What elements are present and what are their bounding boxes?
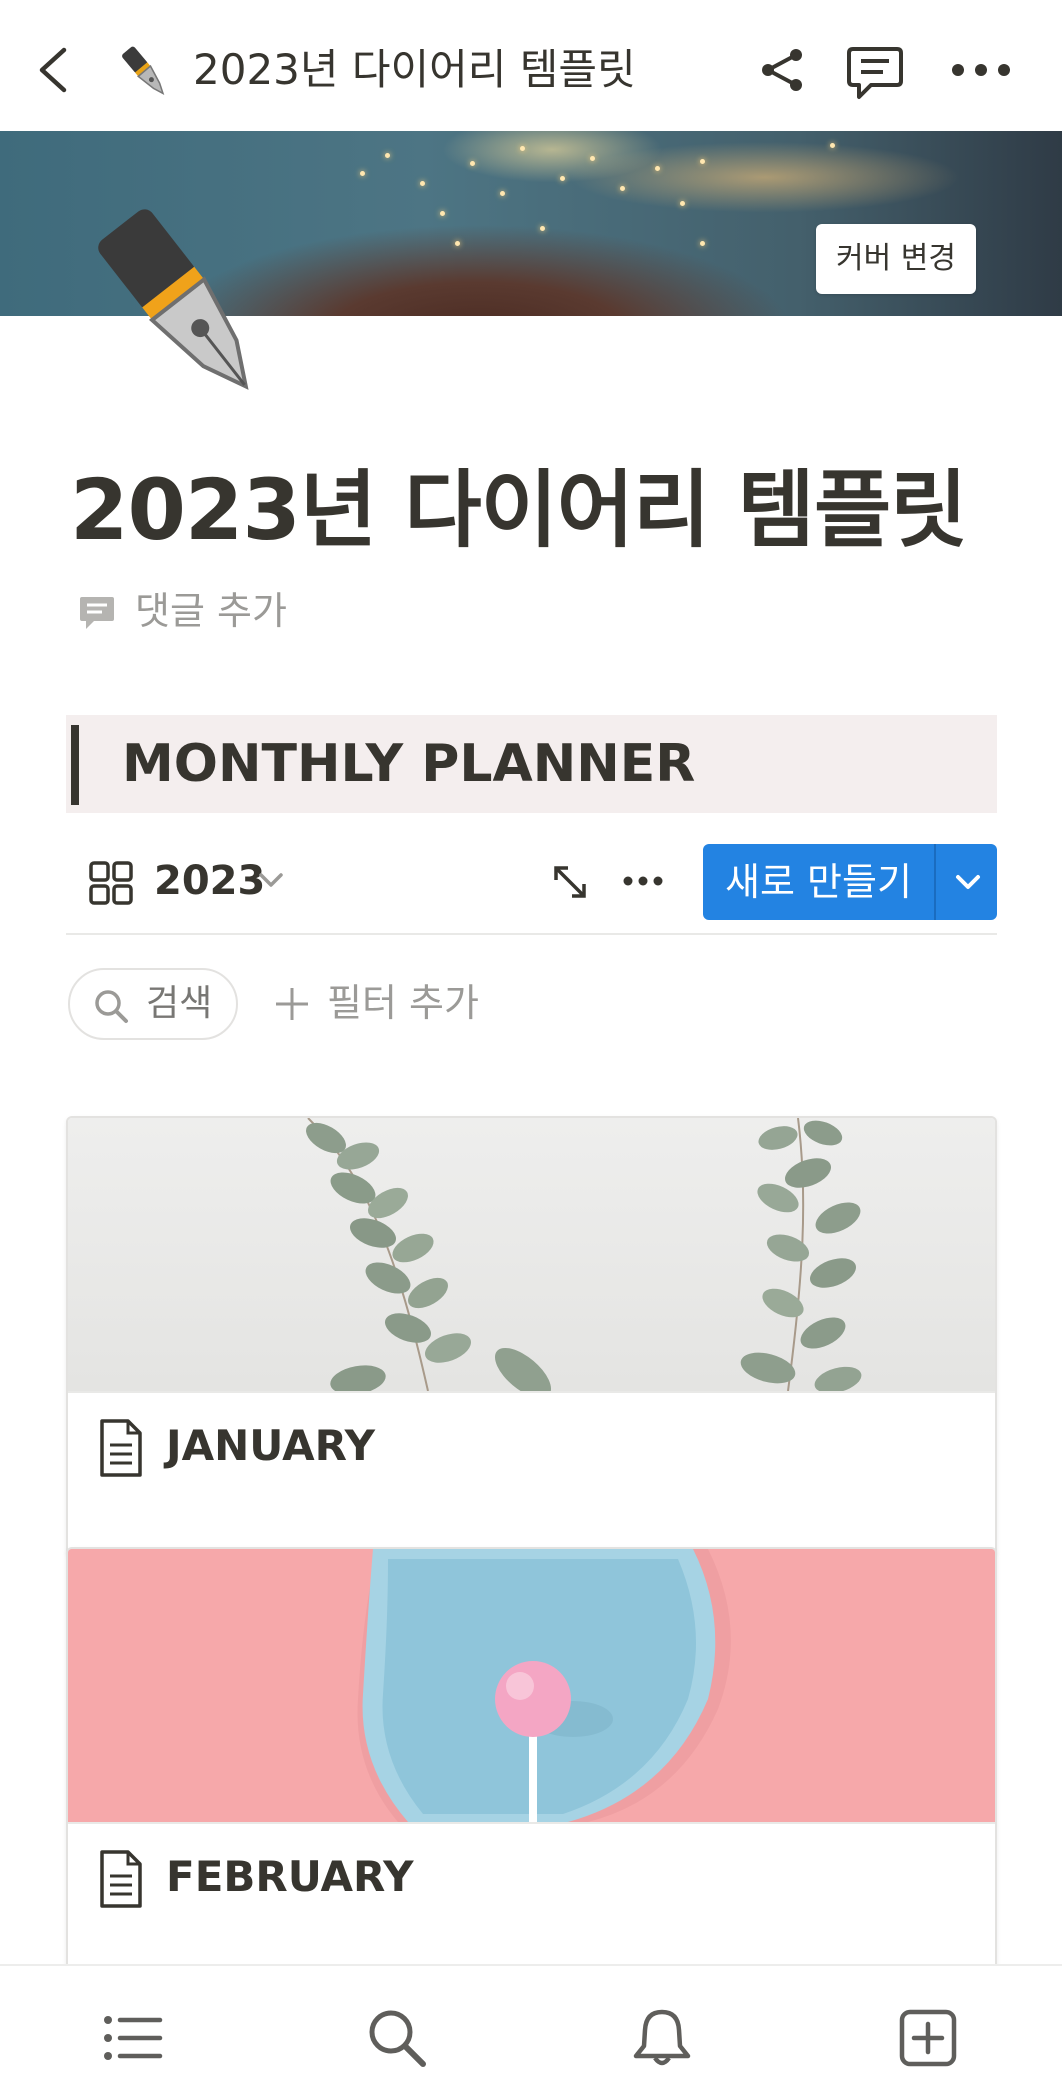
new-options-chevron-icon[interactable] xyxy=(953,868,983,896)
expand-icon[interactable] xyxy=(550,862,590,902)
gallery-card-february[interactable]: FEBRUARY xyxy=(66,1547,997,1987)
page-document-icon xyxy=(100,1419,142,1477)
page-title-header: 2023년 다이어리 템플릿 xyxy=(193,45,636,94)
plus-icon xyxy=(276,988,308,1020)
card-footer: JANUARY xyxy=(68,1391,995,1554)
bell-icon[interactable] xyxy=(630,2006,694,2070)
view-selector[interactable]: 2023 xyxy=(154,850,265,912)
bottom-navigation xyxy=(0,1964,1062,2098)
search-icon xyxy=(95,990,128,1023)
top-bar: 2023년 다이어리 템플릿 xyxy=(0,0,1062,131)
new-button-label: 새로 만들기 xyxy=(725,860,912,904)
gallery-card-january[interactable]: JANUARY xyxy=(66,1116,997,1556)
search-button[interactable]: 검색 xyxy=(68,968,238,1040)
callout-quote-bar xyxy=(71,725,79,805)
card-cover-lollipop xyxy=(68,1549,995,1822)
add-comment-label: 댓글 추가 xyxy=(135,589,287,633)
comment-icon[interactable] xyxy=(845,45,905,101)
list-icon[interactable] xyxy=(100,2006,164,2070)
database-toolbar: 2023 새로 만들기 xyxy=(66,840,997,935)
share-icon[interactable] xyxy=(758,45,808,95)
page-title[interactable]: 2023년 다이어리 템플릿 xyxy=(70,455,968,565)
gallery-view-icon[interactable] xyxy=(88,860,134,906)
database-more-icon[interactable] xyxy=(622,870,664,892)
card-cover-eucalyptus xyxy=(68,1118,995,1391)
change-cover-button[interactable]: 커버 변경 xyxy=(816,224,976,294)
add-filter-label: 필터 추가 xyxy=(327,981,479,1025)
new-button[interactable]: 새로 만들기 xyxy=(703,844,997,920)
new-page-icon[interactable] xyxy=(896,2006,960,2070)
comment-bubble-icon xyxy=(80,597,114,629)
search-icon[interactable] xyxy=(365,2006,429,2070)
back-icon[interactable] xyxy=(30,40,80,100)
page-document-icon xyxy=(100,1850,142,1908)
fountain-pen-icon[interactable] xyxy=(78,196,288,416)
new-button-divider xyxy=(934,844,936,920)
more-icon[interactable] xyxy=(950,55,1012,85)
card-title: JANUARY xyxy=(166,1421,376,1470)
monthly-planner-callout: MONTHLY PLANNER xyxy=(66,715,997,813)
card-title: FEBRUARY xyxy=(166,1852,414,1901)
search-label: 검색 xyxy=(146,983,213,1024)
chevron-down-icon[interactable] xyxy=(258,870,284,890)
fountain-pen-small-icon xyxy=(122,46,165,95)
card-footer: FEBRUARY xyxy=(68,1822,995,1985)
section-heading: MONTHLY PLANNER xyxy=(122,734,696,794)
